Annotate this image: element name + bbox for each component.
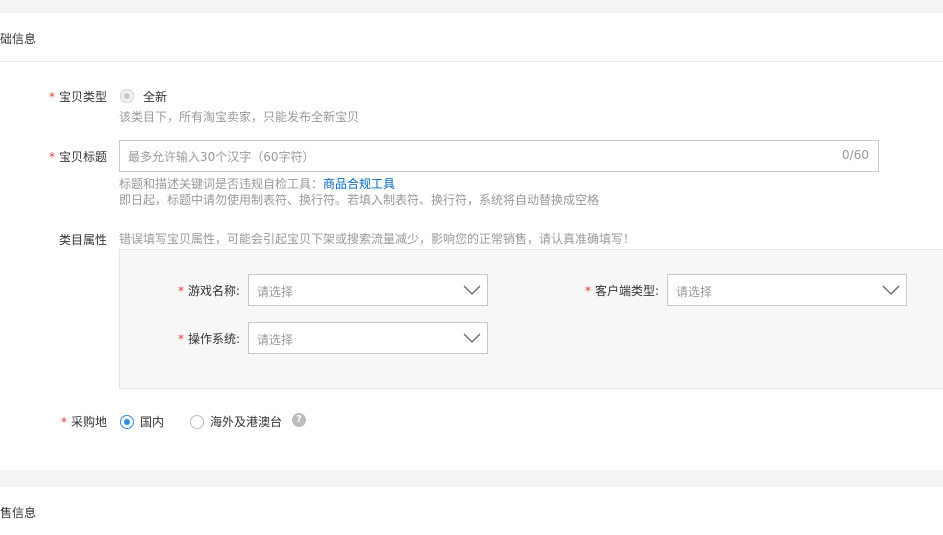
section-title-basic-info: 础信息 (0, 32, 37, 46)
item-type-label: * 宝贝类型 (48, 90, 107, 104)
client-type-placeholder: 请选择 (676, 285, 713, 299)
item-type-option-label: 全新 (143, 90, 168, 104)
section-title-sales-info: 售信息 (0, 506, 37, 520)
game-name-placeholder: 请选择 (257, 285, 294, 299)
item-title-input[interactable]: 最多允许输入30个汉字（60字符） 0/60 (119, 140, 879, 172)
os-label: * 操作系统: (177, 332, 240, 346)
chevron-down-icon (463, 285, 481, 295)
client-type-select[interactable]: 请选择 (667, 274, 907, 306)
purchase-overseas-radio[interactable] (190, 415, 204, 429)
item-title-hint-compliance: 标题和描述关键词是否违规自检工具：商品合规工具 (119, 177, 396, 191)
category-props-box (119, 249, 943, 389)
category-props-label: 类目属性 (58, 233, 107, 247)
game-name-select[interactable]: 请选择 (248, 274, 488, 306)
item-title-label: * 宝贝标题 (48, 150, 107, 164)
item-type-radio-new[interactable] (120, 89, 134, 103)
item-title-hint-tabs: 即日起，标题中请勿使用制表符、换行符。若填入制表符、换行符，系统将自动替换成空格 (119, 193, 600, 207)
item-title-placeholder: 最多允许输入30个汉字（60字符） (128, 150, 315, 164)
help-icon[interactable]: ? (292, 413, 306, 427)
item-title-char-counter: 0/60 (842, 148, 869, 162)
client-type-label: * 客户端类型: (584, 284, 659, 298)
purchase-location-label: * 采购地 (60, 415, 107, 429)
category-props-warning: 错误填写宝贝属性，可能会引起宝贝下架或搜索流量减少，影响您的正常销售，请认真准确… (119, 232, 636, 246)
purchase-overseas-label: 海外及港澳台 (210, 415, 283, 429)
purchase-domestic-label: 国内 (140, 415, 165, 429)
game-name-label: * 游戏名称: (177, 284, 240, 298)
item-type-hint: 该类目下，所有淘宝卖家，只能发布全新宝贝 (119, 110, 360, 124)
chevron-down-icon (882, 285, 900, 295)
section-divider (0, 61, 943, 62)
os-placeholder: 请选择 (257, 333, 294, 347)
compliance-tool-link[interactable]: 商品合规工具 (323, 177, 395, 191)
chevron-down-icon (463, 333, 481, 343)
os-select[interactable]: 请选择 (248, 322, 488, 354)
sales-info-panel: 售信息 (0, 487, 943, 535)
purchase-domestic-radio[interactable] (120, 415, 134, 429)
